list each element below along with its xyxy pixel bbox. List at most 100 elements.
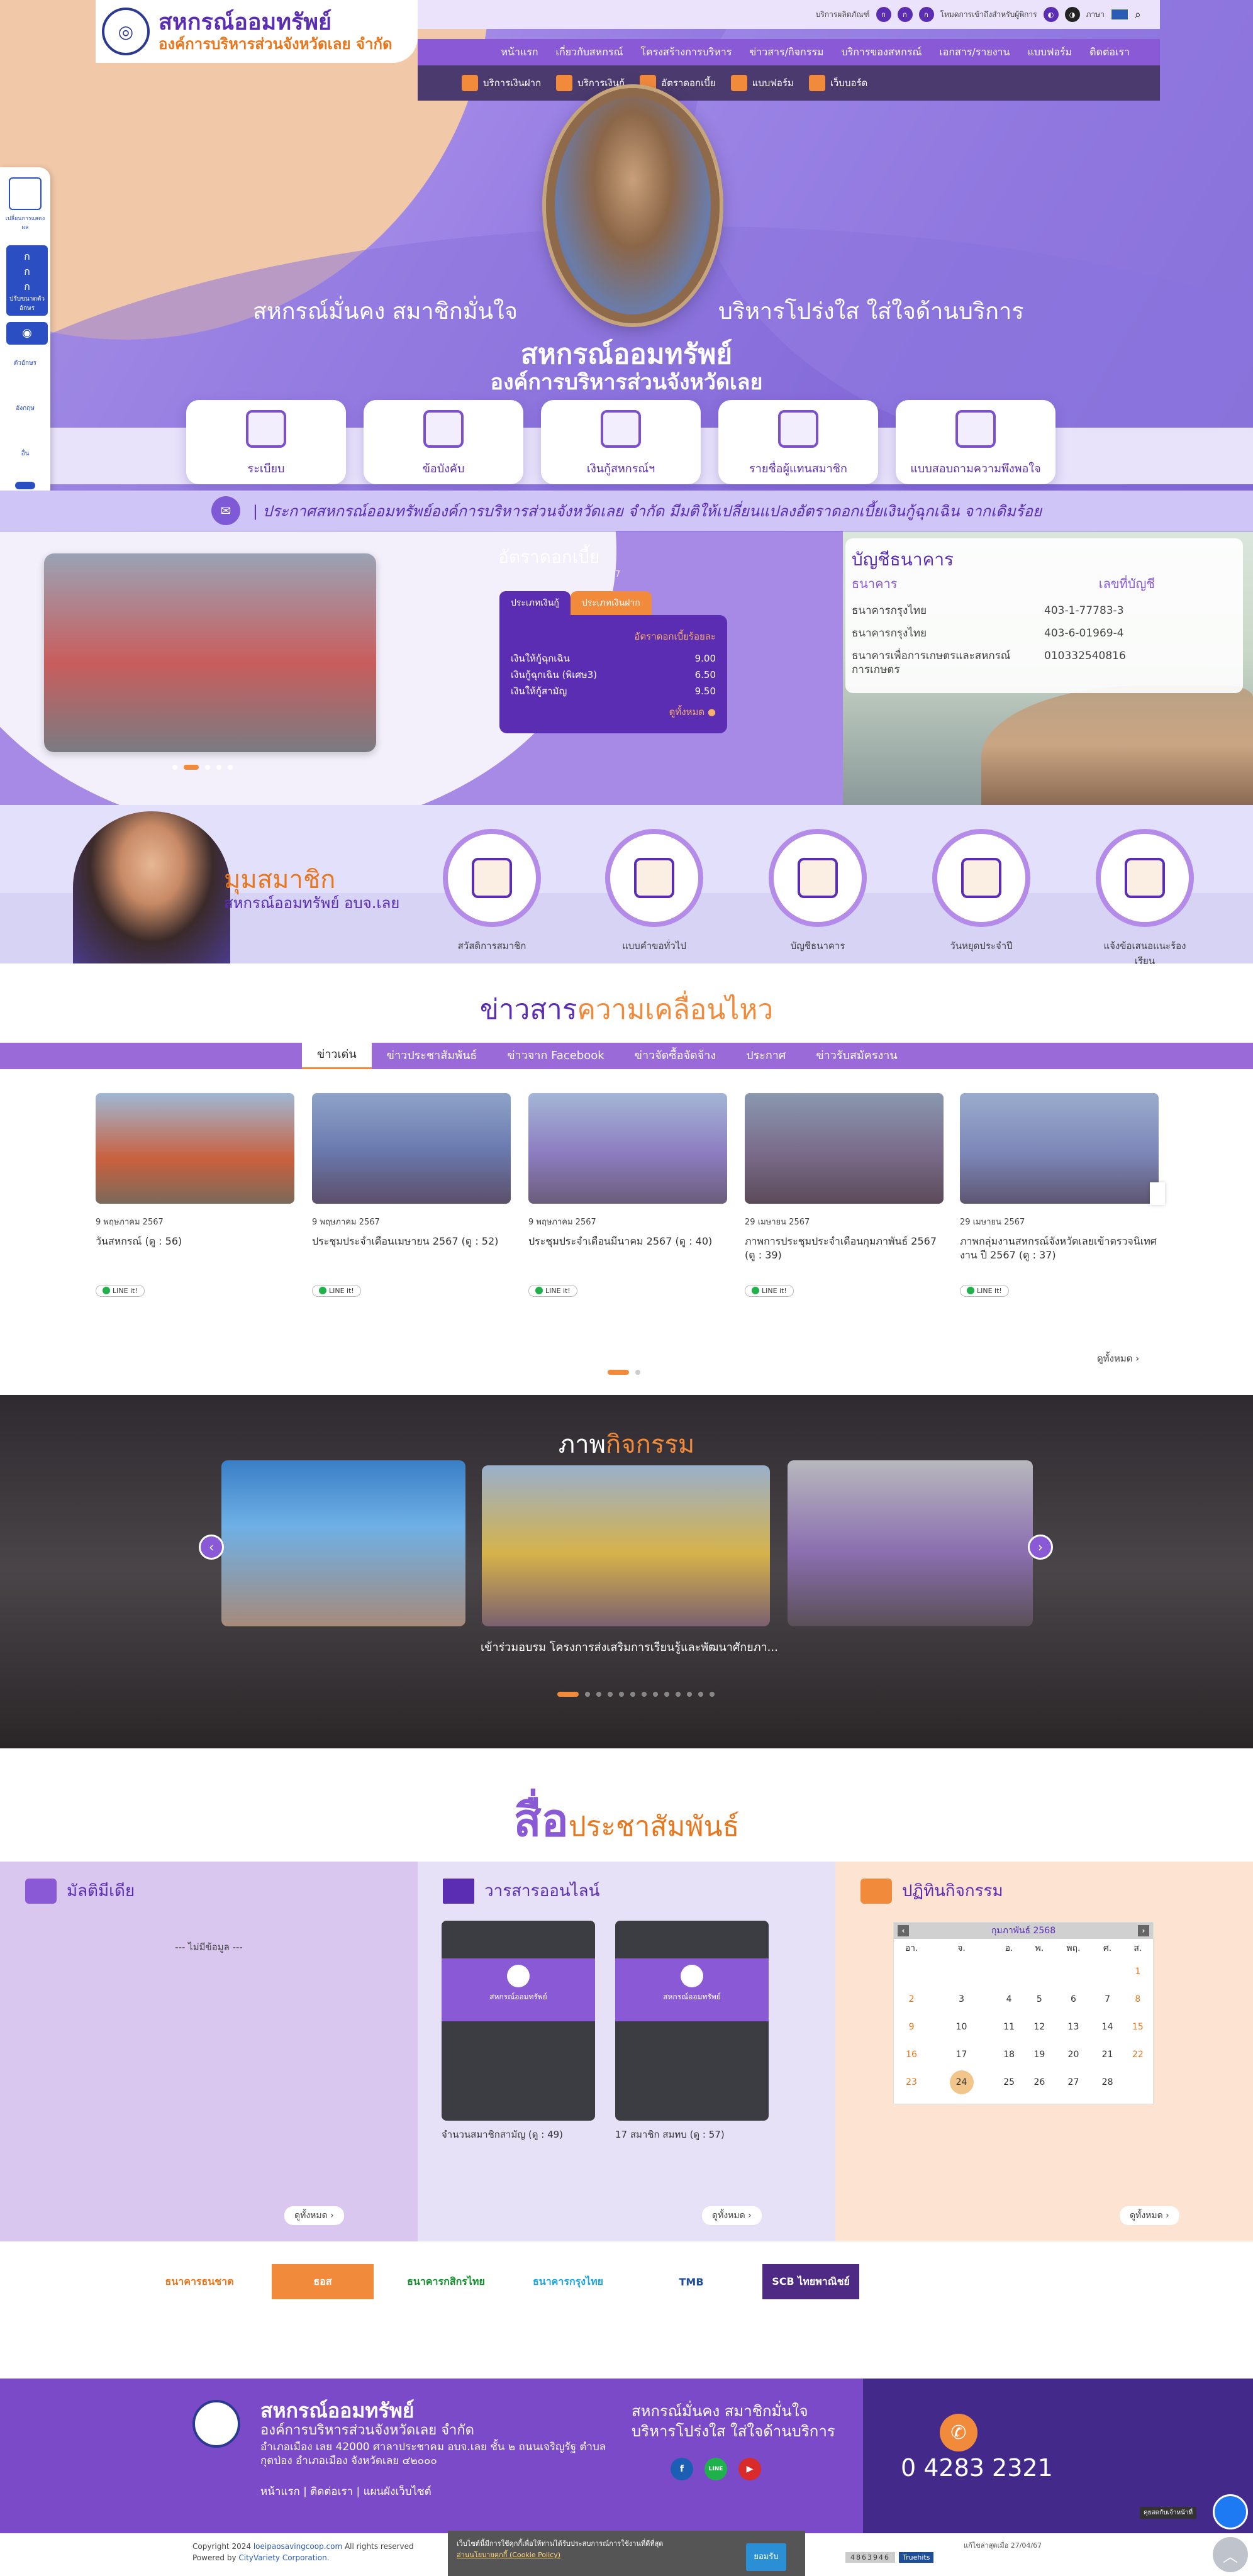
nav-item-structure[interactable]: โครงสร้างการบริหาร [632, 45, 740, 60]
slide-dots[interactable] [172, 765, 233, 770]
news-tabs: ข่าวเด่น ข่าวประชาสัมพันธ์ ข่าวจาก Faceb… [0, 1043, 1253, 1069]
tab-deposit-types[interactable]: ประเภทเงินฝาก [570, 591, 652, 615]
chevron-left-icon[interactable]: ‹ [898, 1925, 909, 1936]
font-size-medium[interactable]: ก [897, 7, 913, 22]
line-share-button[interactable]: LINE it! [312, 1285, 361, 1297]
line-share-button[interactable]: LINE it! [528, 1285, 577, 1297]
member-welfare[interactable]: สวัสดิการสมาชิก [442, 829, 542, 953]
tab-featured[interactable]: ข่าวเด่น [302, 1043, 372, 1069]
news-card[interactable]: 9 พฤษภาคม 2567 ประชุมประจำเดือนเมษายน 256… [312, 1093, 511, 1297]
journal-caption[interactable]: 17 สมาชิก สมทบ (ดู : 57) [615, 2127, 725, 2142]
journal-more-link[interactable]: ดูทั้งหมด › [702, 2206, 762, 2225]
bank-logo-ghb[interactable]: ธอส [272, 2264, 374, 2299]
chevron-right-icon[interactable] [1150, 1182, 1165, 1205]
chevron-right-icon[interactable]: › [1028, 1535, 1053, 1560]
nav-item-news[interactable]: ข่าวสาร/กิจกรรม [740, 45, 832, 60]
quick-link-forms[interactable]: แบบฟอร์ม [730, 75, 794, 91]
nav-item-home[interactable]: หน้าแรก [492, 45, 547, 60]
accessibility-link[interactable]: โหมดการเข้าถึงสำหรับผู้พิการ [940, 9, 1037, 21]
line-share-button[interactable]: LINE it! [745, 1285, 794, 1297]
sidebar-toggle[interactable] [15, 482, 35, 489]
news-card[interactable]: 29 เมษายน 2567 ภาพกลุ่มงานสหกรณ์จังหวัดเล… [960, 1093, 1159, 1297]
cookie-accept-button[interactable]: ยอมรับ [746, 2543, 786, 2571]
footer-links[interactable]: หน้าแรก | ติดต่อเรา | แผนผังเว็บไซต์ [260, 2483, 432, 2500]
tab-procurement[interactable]: ข่าวจัดซื้อจัดจ้าง [620, 1043, 731, 1069]
quick-link-rates[interactable]: อัตราดอกเบี้ย [640, 75, 716, 91]
chevron-left-icon[interactable]: ‹ [199, 1535, 224, 1560]
globe-icon[interactable]: ◉ [6, 322, 48, 345]
member-complaints[interactable]: แจ้งข้อเสนอแนะร้องเรียน [1094, 829, 1195, 969]
nav-item-contact[interactable]: ติดต่อเรา [1081, 45, 1139, 60]
form-pen-icon [634, 858, 674, 898]
service-card-regulations[interactable]: ระเบียบ [186, 400, 346, 484]
service-card-bylaws[interactable]: ข้อบังคับ [364, 400, 523, 484]
tab-pr[interactable]: ข่าวประชาสัมพันธ์ [372, 1043, 493, 1069]
tab-facebook[interactable]: ข่าวจาก Facebook [492, 1043, 619, 1069]
activity-photo[interactable] [788, 1460, 1033, 1626]
quick-link-webboard[interactable]: เว็บบอร์ด [808, 75, 867, 91]
bank-logo-scb[interactable]: SCB ไทยพาณิชย์ [762, 2264, 859, 2299]
facebook-icon[interactable]: f [671, 2458, 693, 2480]
rates-more-link[interactable]: ดูทั้งหมด ● [511, 704, 716, 719]
nav-item-forms[interactable]: แบบฟอร์ม [1018, 45, 1081, 60]
activity-photo[interactable] [221, 1460, 465, 1626]
back-to-top-icon[interactable]: ︿ [1213, 2537, 1248, 2572]
site-logo[interactable]: ◎ สหกรณ์ออมทรัพย์ องค์การบริหารส่วนจังหว… [96, 0, 418, 63]
tab-jobs[interactable]: ข่าวรับสมัครงาน [801, 1043, 912, 1069]
font-size-panel[interactable]: กกก ปรับขนาดตัวอักษร [6, 245, 48, 316]
member-forms[interactable]: แบบคำขอทั่วไป [604, 829, 704, 953]
search-icon[interactable]: ⌕ [1135, 8, 1141, 21]
service-card-survey[interactable]: แบบสอบถามความพึงพอใจ [896, 400, 1055, 484]
nav-item-documents[interactable]: เอกสาร/รายงาน [930, 45, 1018, 60]
member-holidays[interactable]: วันหยุดประจำปี [931, 829, 1032, 953]
vendor-link[interactable]: CityVariety Corporation. [238, 2553, 329, 2562]
news-card[interactable]: 29 เมษายน 2567 ภาพการประชุมประจำเดือนกุมภ… [745, 1093, 944, 1297]
quick-links: บริการเงินฝาก บริการเงินกู้ อัตราดอกเบี้… [418, 65, 1160, 101]
tab-announcement[interactable]: ประกาศ [731, 1043, 801, 1069]
calendar-more-link[interactable]: ดูทั้งหมด › [1120, 2206, 1179, 2225]
products-link[interactable]: บริการผลิตภัณฑ์ [816, 9, 870, 21]
activity-dots[interactable] [557, 1692, 715, 1697]
multimedia-more-link[interactable]: ดูทั้งหมด › [284, 2206, 344, 2225]
contrast-dark-icon[interactable]: ◑ [1064, 7, 1080, 22]
service-card-loans[interactable]: เงินกู้สหกรณ์ฯ [541, 400, 701, 484]
bank-logo-kasikorn[interactable]: ธนาคารกสิกรไทย [395, 2264, 497, 2299]
quick-link-loan[interactable]: บริการเงินกู้ [556, 75, 625, 91]
youtube-icon[interactable]: ▶ [738, 2458, 761, 2480]
bank-logo-krungthai[interactable]: ธนาคารกรุงไทย [517, 2264, 619, 2299]
nav-item-about[interactable]: เกี่ยวกับสหกรณ์ [547, 45, 632, 60]
domain-link[interactable]: loeipaosavingcoop.com [253, 2542, 342, 2551]
bank-logo-thanachart[interactable]: ธนาคารธนชาต [148, 2264, 250, 2299]
font-size-small[interactable]: ก [876, 7, 891, 22]
journal-cover[interactable]: สหกรณ์ออมทรัพย์ [442, 1921, 595, 2121]
hero-slogan-left: สหกรณ์มั่นคง สมาชิกมั่นใจ [253, 299, 518, 325]
line-icon[interactable]: LINE [704, 2458, 727, 2480]
event-photo-slide[interactable] [44, 553, 376, 752]
nav-item-services[interactable]: บริการของสหกรณ์ [832, 45, 930, 60]
news-dots[interactable] [608, 1370, 640, 1375]
chevron-right-icon[interactable]: › [1138, 1925, 1149, 1936]
footer-phone[interactable]: 0 4283 2321 [901, 2454, 1053, 2482]
news-more-link[interactable]: ดูทั้งหมด › [1097, 1351, 1139, 1366]
language-flag-icon[interactable] [1110, 9, 1128, 20]
tab-loan-types[interactable]: ประเภทเงินกู้ [499, 591, 571, 615]
quick-link-deposit[interactable]: บริการเงินฝาก [462, 75, 541, 91]
line-share-button[interactable]: LINE it! [96, 1285, 145, 1297]
service-card-representatives[interactable]: รายชื่อผู้แทนสมาชิก [718, 400, 878, 484]
bank-logo-tmb[interactable]: TMB [640, 2264, 742, 2299]
journal-caption[interactable]: จำนวนสมาชิกสามัญ (ดู : 49) [442, 2127, 563, 2142]
font-size-large[interactable]: ก [918, 7, 934, 22]
news-card[interactable]: 9 พฤษภาคม 2567 ประชุมประจำเดือนมีนาคม 256… [528, 1093, 727, 1297]
calendar-today[interactable]: 24 [929, 2068, 994, 2096]
news-card[interactable]: 9 พฤษภาคม 2567 วันสหกรณ์ (ดู : 56) LINE i… [96, 1093, 294, 1297]
messenger-chat-icon[interactable] [1213, 2494, 1248, 2529]
line-share-button[interactable]: LINE it! [960, 1285, 1009, 1297]
contrast-normal-icon[interactable]: ◐ [1043, 7, 1059, 22]
ticker-text[interactable]: | ประกาศสหกรณ์ออมทรัพย์องค์การบริหารส่วน… [253, 499, 1042, 523]
activity-photo[interactable] [482, 1465, 770, 1626]
journal-cover[interactable]: สหกรณ์ออมทรัพย์ [615, 1921, 769, 2121]
cookie-policy-link[interactable]: อ่านนโยบายคุกกี้ (Cookie Policy) [457, 2551, 560, 2559]
activity-caption[interactable]: เข้าร่วมอบรม โครงการส่งเสริมการเรียนรู้แ… [481, 1638, 778, 1656]
display-mode-icon[interactable] [9, 177, 42, 210]
member-bank-account[interactable]: บัญชีธนาคาร [767, 829, 868, 953]
